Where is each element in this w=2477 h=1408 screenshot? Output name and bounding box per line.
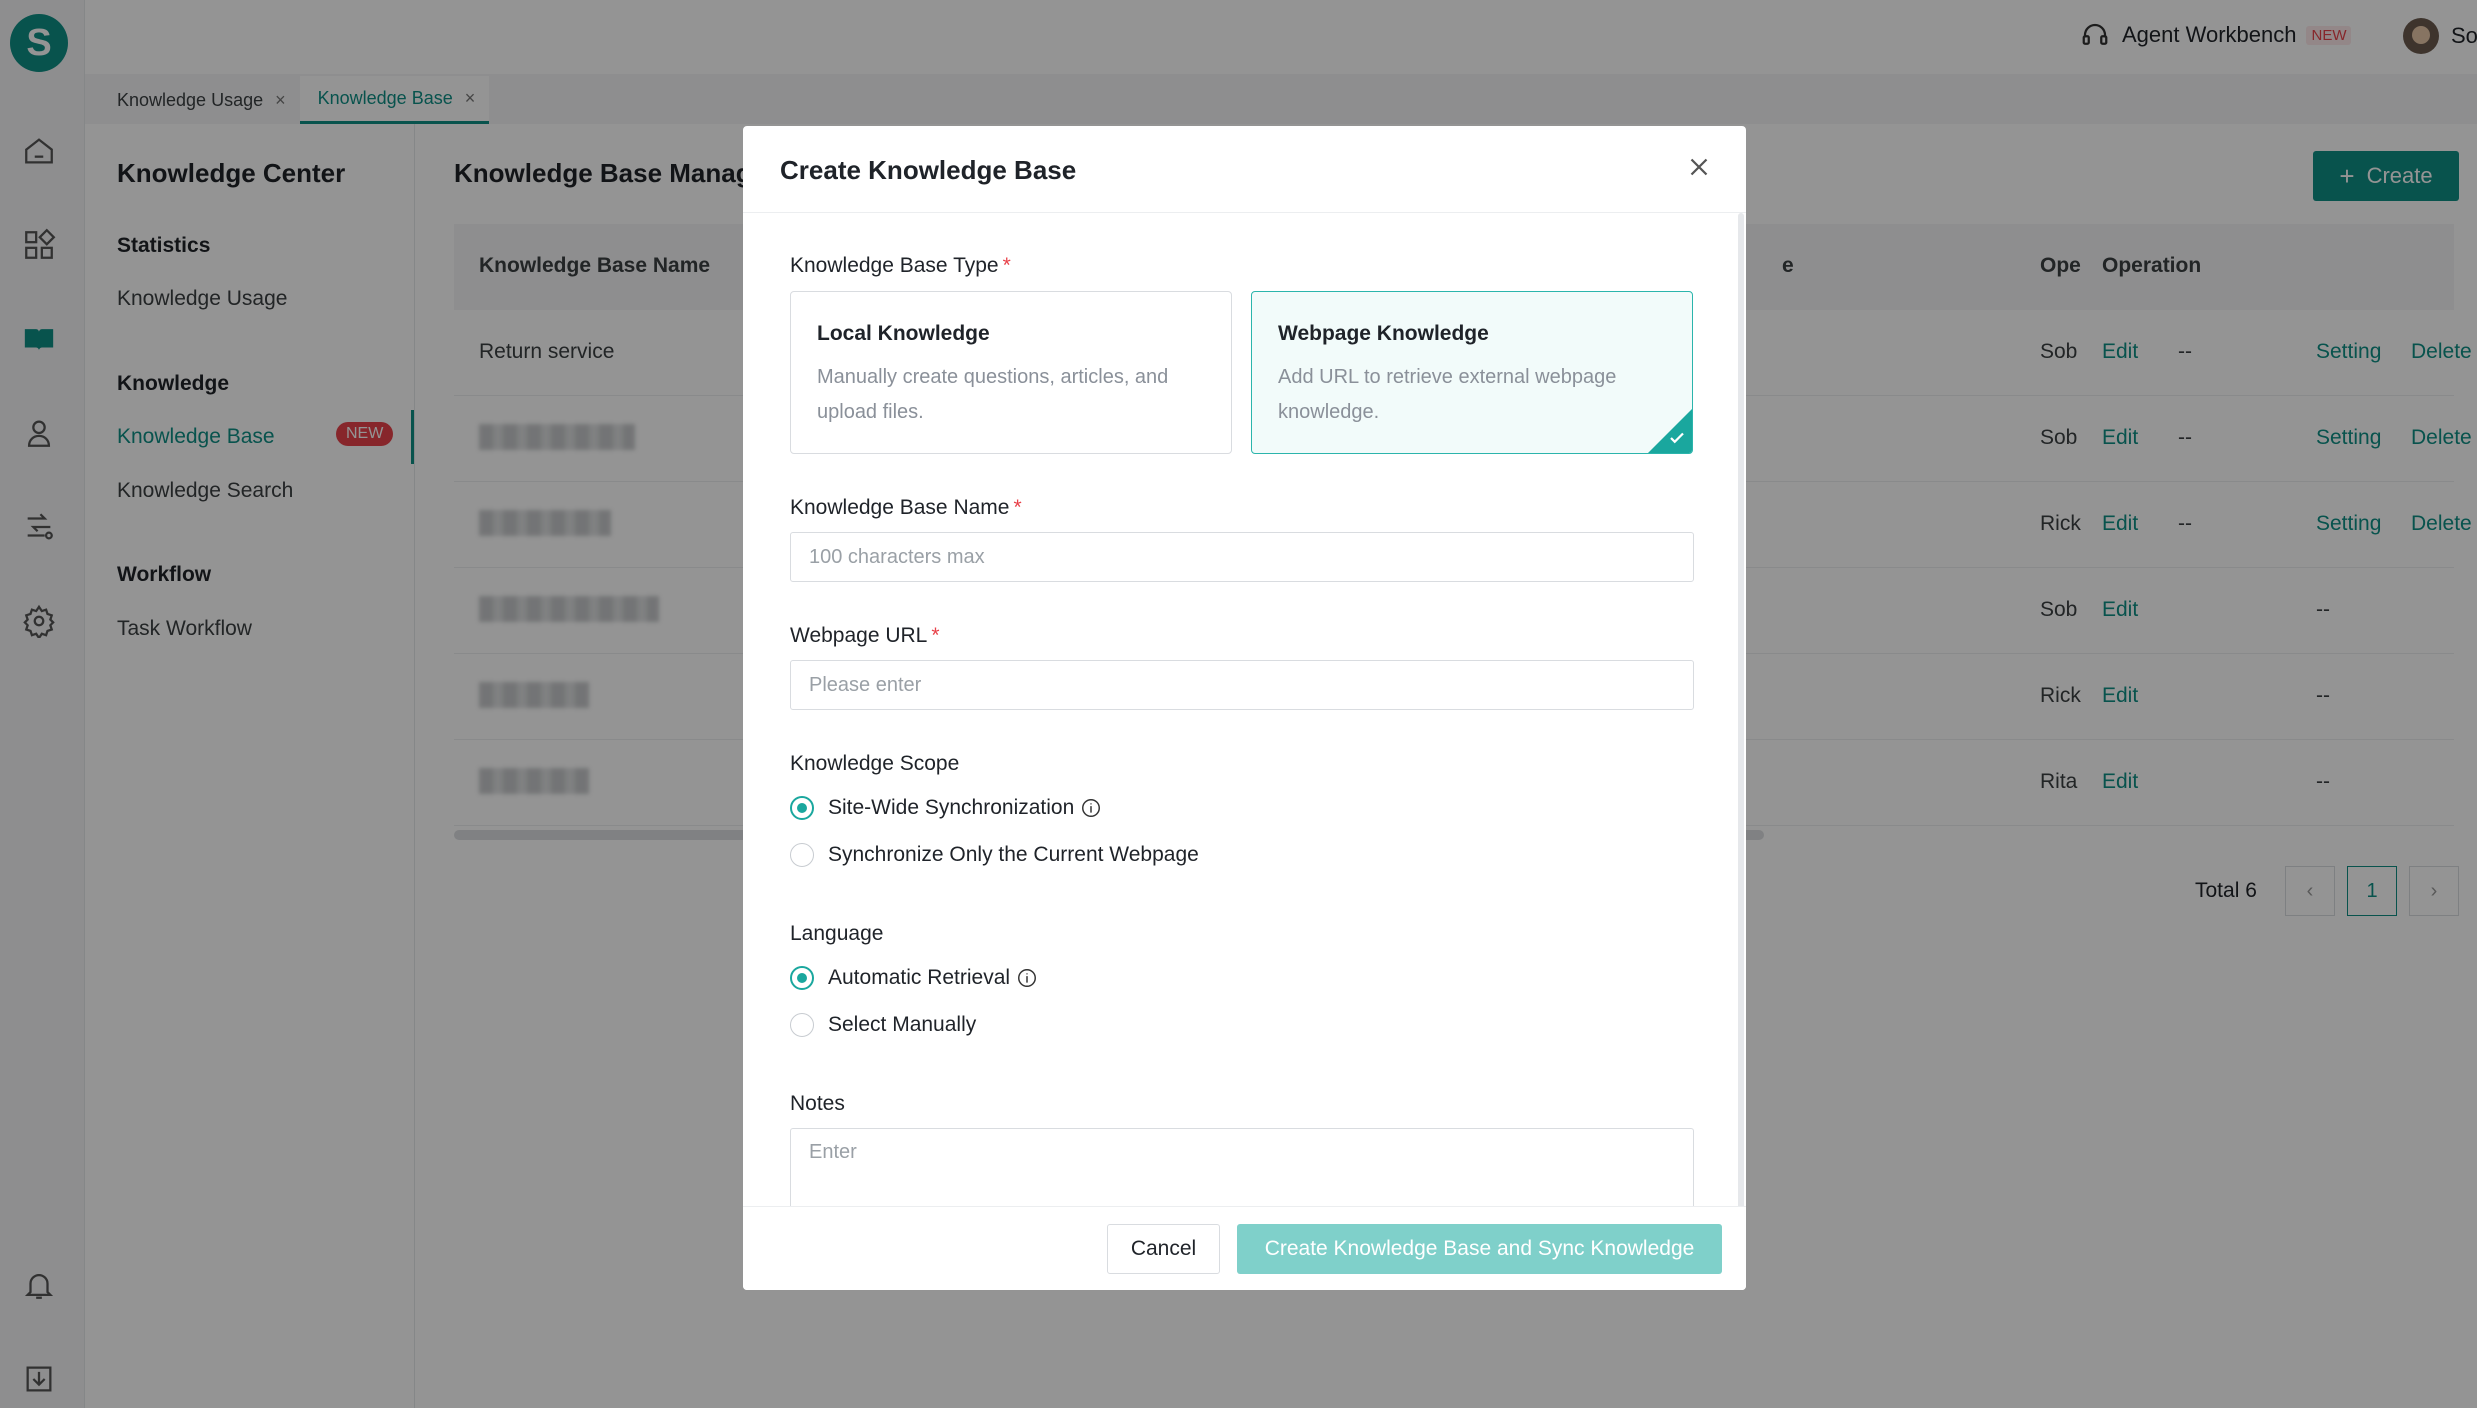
scope-label: Knowledge Scope — [790, 752, 960, 775]
dialog-footer: Cancel Create Knowledge Base and Sync Kn… — [743, 1206, 1746, 1290]
url-label-text: Webpage URL — [790, 624, 928, 647]
webpage-url-input[interactable]: Please enter — [790, 660, 1694, 710]
cancel-button[interactable]: Cancel — [1107, 1224, 1220, 1274]
notes-textarea[interactable]: Enter — [790, 1128, 1694, 1208]
notes-label: Notes — [790, 1092, 845, 1115]
radio-button-selected[interactable] — [790, 796, 814, 820]
webpage-knowledge-card[interactable]: Webpage Knowledge Add URL to retrieve ex… — [1251, 291, 1693, 454]
required-mark: * — [1013, 496, 1022, 519]
dialog-scrollbar[interactable] — [1738, 213, 1744, 1213]
radio-label: Synchronize Only the Current Webpage — [828, 843, 1199, 866]
create-knowledge-base-dialog: Create Knowledge Base Knowledge Base Typ… — [743, 126, 1746, 1290]
required-mark: * — [931, 624, 940, 647]
card-description: Manually create questions, articles, and… — [817, 366, 1169, 423]
card-title: Local Knowledge — [817, 322, 990, 345]
knowledge-base-name-input[interactable]: 100 characters max — [790, 532, 1694, 582]
check-icon — [1670, 432, 1684, 444]
radio-label: Automatic Retrieval — [828, 966, 1011, 989]
radio-select-manually[interactable]: Select Manually — [790, 1013, 976, 1037]
dialog-header: Create Knowledge Base — [743, 126, 1746, 213]
info-icon[interactable] — [1016, 967, 1038, 989]
required-mark: * — [1002, 254, 1011, 277]
radio-current-webpage[interactable]: Synchronize Only the Current Webpage — [790, 843, 1199, 867]
radio-automatic-retrieval[interactable]: Automatic Retrieval — [790, 966, 1038, 990]
local-knowledge-card[interactable]: Local Knowledge Manually create question… — [790, 291, 1232, 454]
name-label: Knowledge Base Name * — [790, 496, 1022, 520]
create-and-sync-button[interactable]: Create Knowledge Base and Sync Knowledge — [1237, 1224, 1722, 1274]
type-label: Knowledge Base Type * — [790, 254, 1011, 278]
url-label: Webpage URL * — [790, 624, 940, 648]
card-title: Webpage Knowledge — [1278, 322, 1489, 345]
radio-button-selected[interactable] — [790, 966, 814, 990]
radio-label: Select Manually — [828, 1013, 977, 1036]
radio-button[interactable] — [790, 843, 814, 867]
info-icon[interactable] — [1080, 797, 1102, 819]
radio-button[interactable] — [790, 1013, 814, 1037]
close-icon[interactable] — [1684, 152, 1714, 182]
card-description: Add URL to retrieve external webpage kno… — [1278, 366, 1617, 423]
language-label: Language — [790, 922, 884, 945]
radio-label: Site-Wide Synchronization — [828, 796, 1075, 819]
type-label-text: Knowledge Base Type — [790, 254, 999, 277]
dialog-title: Create Knowledge Base — [780, 155, 1077, 185]
name-label-text: Knowledge Base Name — [790, 496, 1010, 519]
radio-site-wide[interactable]: Site-Wide Synchronization — [790, 796, 1102, 820]
